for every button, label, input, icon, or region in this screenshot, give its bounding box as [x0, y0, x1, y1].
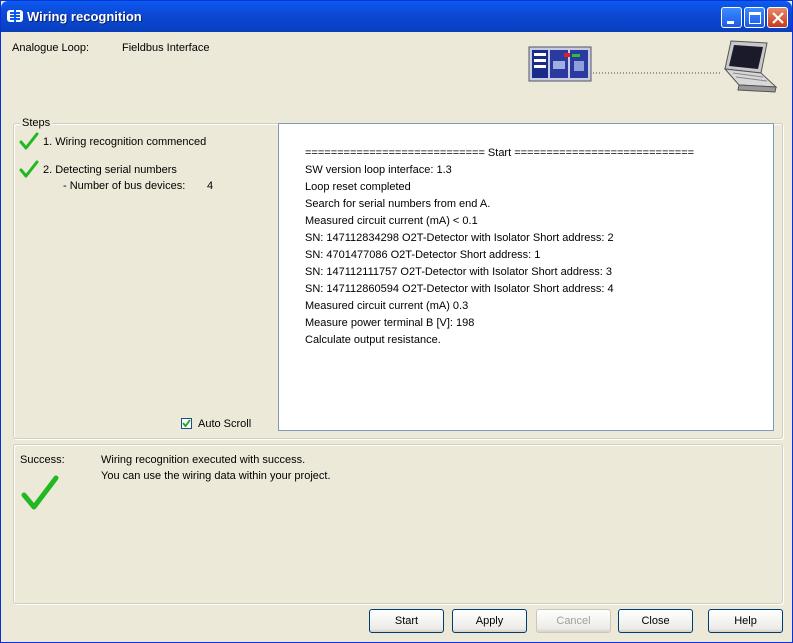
- close-icon: [772, 12, 784, 24]
- log-line: Measure power terminal B [V]: 198: [305, 317, 475, 329]
- close-window-button[interactable]: [767, 7, 788, 28]
- analogue-loop-label: Analogue Loop:: [12, 42, 90, 54]
- bus-devices-label: - Number of bus devices:: [63, 180, 186, 192]
- auto-scroll-label[interactable]: Auto Scroll: [198, 418, 251, 430]
- fieldbus-interface-label: Fieldbus Interface: [122, 42, 210, 54]
- bus-devices-value: 4: [207, 180, 214, 192]
- checkmark-icon: [21, 475, 59, 510]
- step-2-label: 2. Detecting serial numbers: [43, 164, 177, 176]
- log-line: SN: 147112834298 O2T-Detector with Isola…: [305, 232, 614, 244]
- help-button[interactable]: Help: [708, 609, 783, 633]
- log-line: ============================ Start =====…: [305, 147, 695, 159]
- auto-scroll-checkbox[interactable]: [181, 418, 192, 429]
- maximize-icon: [749, 12, 761, 24]
- close-button[interactable]: Close: [618, 609, 693, 633]
- app-icon: [7, 10, 23, 22]
- log-line: SN: 4701477086 O2T-Detector Short addres…: [305, 249, 541, 261]
- log-line: SN: 147112860594 O2T-Detector with Isola…: [305, 283, 614, 295]
- checkmark-icon: [19, 132, 39, 150]
- minimize-icon: [727, 21, 734, 24]
- window-title: Wiring recognition: [27, 9, 142, 24]
- log-line: Measured circuit current (mA) 0.3: [305, 300, 469, 312]
- title-bar[interactable]: Wiring recognition: [1, 1, 792, 32]
- cancel-button[interactable]: Cancel: [536, 609, 611, 633]
- log-line: Measured circuit current (mA) < 0.1: [305, 215, 478, 227]
- status-label: Success:: [20, 454, 65, 466]
- start-button[interactable]: Start: [369, 609, 444, 633]
- laptop-icon: [723, 40, 778, 93]
- checkbox-check-icon: [182, 419, 191, 428]
- steps-group-title: Steps: [20, 117, 53, 129]
- minimize-button[interactable]: [721, 7, 742, 28]
- maximize-button[interactable]: [744, 7, 765, 28]
- log-line: Calculate output resistance.: [305, 334, 441, 346]
- log-line: SN: 147112111757 O2T-Detector with Isola…: [305, 266, 612, 278]
- result-group: [13, 444, 783, 604]
- fire-panel-icon: [528, 46, 592, 82]
- step-1-label: 1. Wiring recognition commenced: [43, 136, 207, 148]
- result-message-line2: You can use the wiring data within your …: [101, 470, 331, 482]
- log-output[interactable]: ============================ Start =====…: [278, 123, 774, 431]
- checkmark-icon: [19, 160, 39, 178]
- log-line: SW version loop interface: 1.3: [305, 164, 452, 176]
- log-line: Loop reset completed: [305, 181, 411, 193]
- apply-button[interactable]: Apply: [452, 609, 527, 633]
- result-message-line1: Wiring recognition executed with success…: [101, 454, 306, 466]
- wiring-recognition-window: Wiring recognition Analogue Loop: Fieldb…: [0, 0, 793, 643]
- log-line: Search for serial numbers from end A.: [305, 198, 491, 210]
